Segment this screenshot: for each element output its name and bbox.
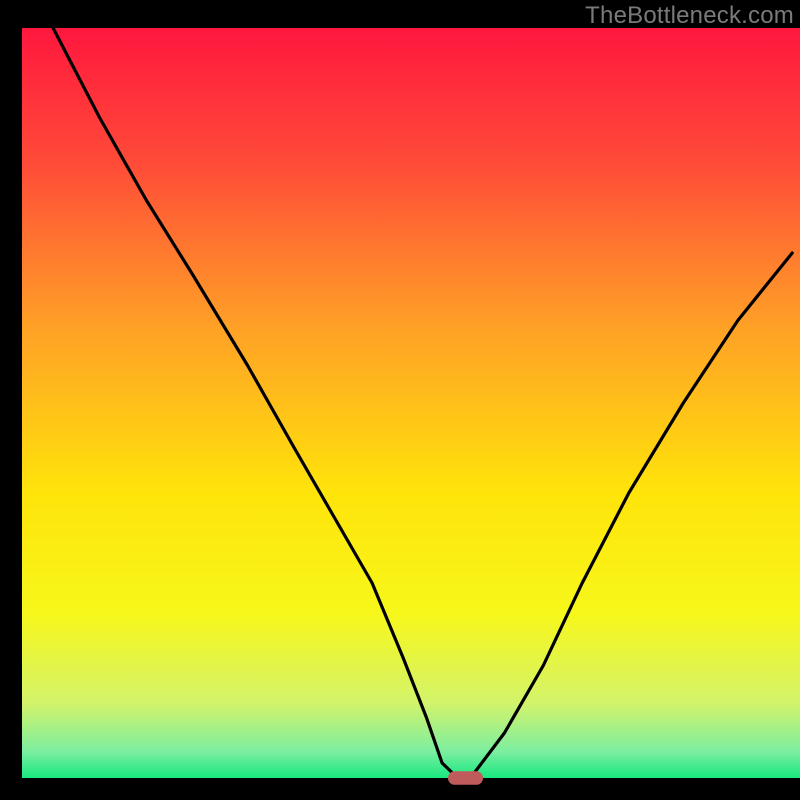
watermark-text: TheBottleneck.com <box>585 2 794 30</box>
marker-optimal-point <box>448 771 483 785</box>
bottleneck-chart <box>0 0 800 800</box>
